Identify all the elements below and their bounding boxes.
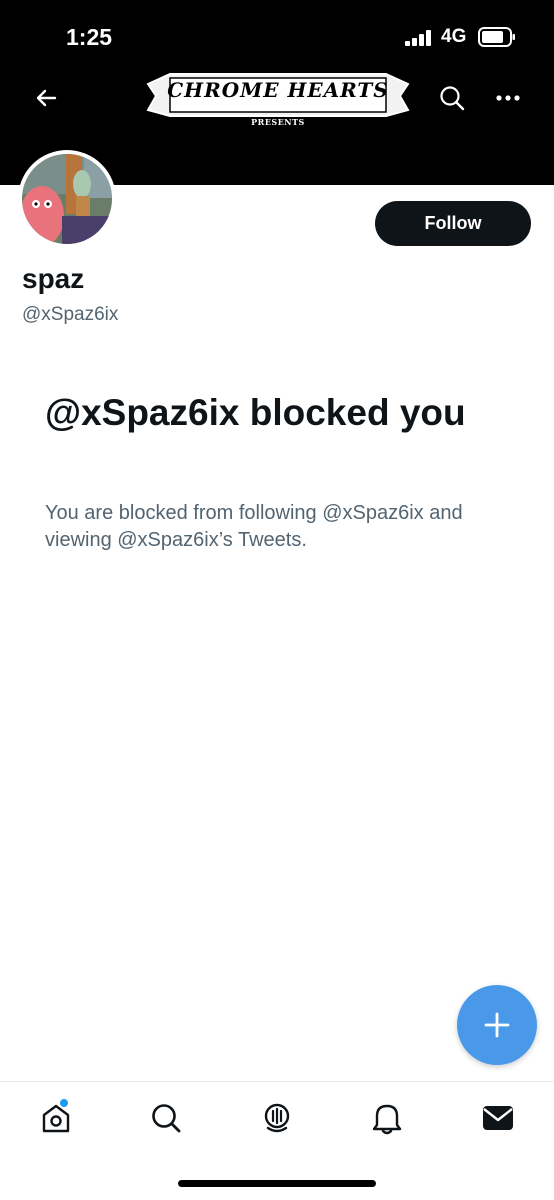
notifications-icon [372, 1104, 402, 1135]
profile-handle: @xSpaz6ix [22, 304, 119, 325]
home-indicator[interactable] [178, 1180, 376, 1187]
tab-search[interactable] [144, 1096, 188, 1140]
tab-notifications[interactable] [365, 1096, 409, 1140]
banner-logo: CHROME HEARTS PRESENTS [140, 66, 416, 130]
banner-logo-text: CHROME HEARTS [167, 78, 389, 102]
status-bar: 1:25 4G [0, 0, 554, 70]
battery-icon [478, 27, 515, 47]
avatar-cartoon-graphic [22, 154, 112, 244]
blocked-description: You are blocked from following @xSpaz6ix… [45, 502, 463, 551]
blocked-title: @xSpaz6ix blocked you [45, 392, 466, 433]
spaces-icon [264, 1103, 290, 1133]
arrow-left-icon [36, 89, 57, 107]
network-type: 4G [441, 26, 467, 47]
compose-tweet-button[interactable] [457, 985, 537, 1065]
tab-home[interactable] [34, 1096, 78, 1140]
profile-display-name: spaz [22, 263, 85, 294]
tab-messages[interactable] [476, 1096, 520, 1140]
search-icon [152, 1104, 181, 1133]
avatar[interactable] [18, 150, 116, 248]
tab-spaces[interactable] [255, 1096, 299, 1140]
home-icon [42, 1104, 70, 1133]
status-time: 1:25 [66, 24, 113, 50]
search-icon [440, 86, 465, 111]
messages-icon [483, 1106, 513, 1130]
cellular-signal-icon [405, 30, 431, 46]
home-notification-dot [60, 1099, 68, 1107]
more-horizontal-icon [496, 95, 520, 101]
more-button[interactable] [488, 78, 528, 118]
avatar-image [22, 154, 112, 244]
plus-icon [484, 1012, 510, 1038]
search-button[interactable] [432, 78, 472, 118]
follow-button[interactable]: Follow [375, 201, 531, 246]
back-button[interactable] [26, 78, 66, 118]
banner-logo-subtitle: PRESENTS [251, 117, 305, 127]
